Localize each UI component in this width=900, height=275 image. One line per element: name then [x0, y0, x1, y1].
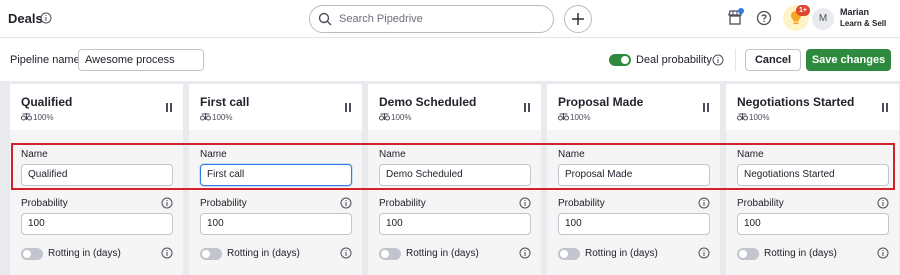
- search-input[interactable]: Search Pipedrive: [309, 5, 554, 33]
- deal-probability-label: Deal probability: [636, 54, 712, 66]
- stage-title: Proposal Made: [558, 95, 644, 109]
- info-icon[interactable]: [712, 54, 724, 66]
- drag-handle-icon[interactable]: [524, 103, 530, 112]
- probability-label: Probability: [737, 198, 784, 209]
- info-icon[interactable]: [40, 12, 52, 24]
- info-icon[interactable]: [698, 197, 710, 209]
- info-icon[interactable]: [340, 197, 352, 209]
- probability-label: Probability: [21, 198, 68, 209]
- stage-probability: 100%: [749, 113, 770, 122]
- drag-handle-icon[interactable]: [882, 103, 888, 112]
- stage-title: Negotiations Started: [737, 95, 855, 109]
- info-icon[interactable]: [340, 247, 352, 259]
- rotting-label: Rotting in (days): [764, 248, 837, 259]
- user-company[interactable]: Learn & Sell: [840, 19, 886, 28]
- rotting-label: Rotting in (days): [48, 248, 121, 259]
- stage-probability: 100%: [33, 113, 54, 122]
- stage-probability: 100%: [570, 113, 591, 122]
- stage-header: Negotiations Started 100%: [726, 84, 899, 130]
- info-icon[interactable]: [519, 197, 531, 209]
- rotting-toggle[interactable]: [200, 248, 222, 260]
- scale-icon: [379, 113, 390, 121]
- info-icon[interactable]: [161, 247, 173, 259]
- stage-probability: 100%: [212, 113, 233, 122]
- divider: [735, 49, 736, 71]
- user-name[interactable]: Marian: [840, 7, 869, 17]
- info-icon[interactable]: [698, 247, 710, 259]
- rotting-toggle[interactable]: [558, 248, 580, 260]
- stage-header: Demo Scheduled 100%: [368, 84, 541, 130]
- info-icon[interactable]: [877, 197, 889, 209]
- cancel-button[interactable]: Cancel: [745, 49, 801, 71]
- notification-badge: 1+: [796, 5, 810, 16]
- drag-handle-icon[interactable]: [166, 103, 172, 112]
- probability-input[interactable]: 100: [200, 213, 352, 235]
- scale-icon: [558, 113, 569, 121]
- probability-label: Probability: [379, 198, 426, 209]
- stage-header: Qualified 100%: [10, 84, 183, 130]
- drag-handle-icon[interactable]: [345, 103, 351, 112]
- scale-icon: [200, 113, 211, 121]
- rotting-label: Rotting in (days): [227, 248, 300, 259]
- probability-input[interactable]: 100: [558, 213, 710, 235]
- page-title: Deals: [8, 11, 43, 26]
- stage-title: Qualified: [21, 95, 73, 109]
- rotting-label: Rotting in (days): [585, 248, 658, 259]
- scale-icon: [21, 113, 32, 121]
- marketplace-notification-dot: [738, 8, 744, 14]
- probability-input[interactable]: 100: [737, 213, 889, 235]
- stage-header: Proposal Made 100%: [547, 84, 720, 130]
- pipeline-name-input[interactable]: Awesome process: [78, 49, 204, 71]
- probability-input[interactable]: 100: [379, 213, 531, 235]
- probability-label: Probability: [200, 198, 247, 209]
- avatar[interactable]: M: [812, 8, 834, 30]
- deal-probability-toggle[interactable]: [609, 54, 631, 66]
- plus-icon: [572, 13, 584, 25]
- pipeline-name-label: Pipeline name: [10, 54, 80, 66]
- info-icon[interactable]: [161, 197, 173, 209]
- info-icon[interactable]: [519, 247, 531, 259]
- stage-title: Demo Scheduled: [379, 95, 477, 109]
- info-icon[interactable]: [877, 247, 889, 259]
- rotting-toggle[interactable]: [21, 248, 43, 260]
- probability-label: Probability: [558, 198, 605, 209]
- scale-icon: [737, 113, 748, 121]
- quick-add-button[interactable]: [564, 5, 592, 33]
- stage-title: First call: [200, 95, 250, 109]
- help-icon[interactable]: [756, 10, 772, 26]
- rotting-toggle[interactable]: [737, 248, 759, 260]
- highlight-box: [11, 143, 895, 190]
- drag-handle-icon[interactable]: [703, 103, 709, 112]
- search-placeholder: Search Pipedrive: [339, 13, 423, 25]
- save-changes-button[interactable]: Save changes: [806, 49, 891, 71]
- rotting-toggle[interactable]: [379, 248, 401, 260]
- rotting-label: Rotting in (days): [406, 248, 479, 259]
- stage-probability: 100%: [391, 113, 412, 122]
- top-bar: Deals Search Pipedrive 1+ M Marian Learn…: [0, 0, 900, 38]
- probability-input[interactable]: 100: [21, 213, 173, 235]
- search-icon: [318, 12, 332, 26]
- stage-header: First call 100%: [189, 84, 362, 130]
